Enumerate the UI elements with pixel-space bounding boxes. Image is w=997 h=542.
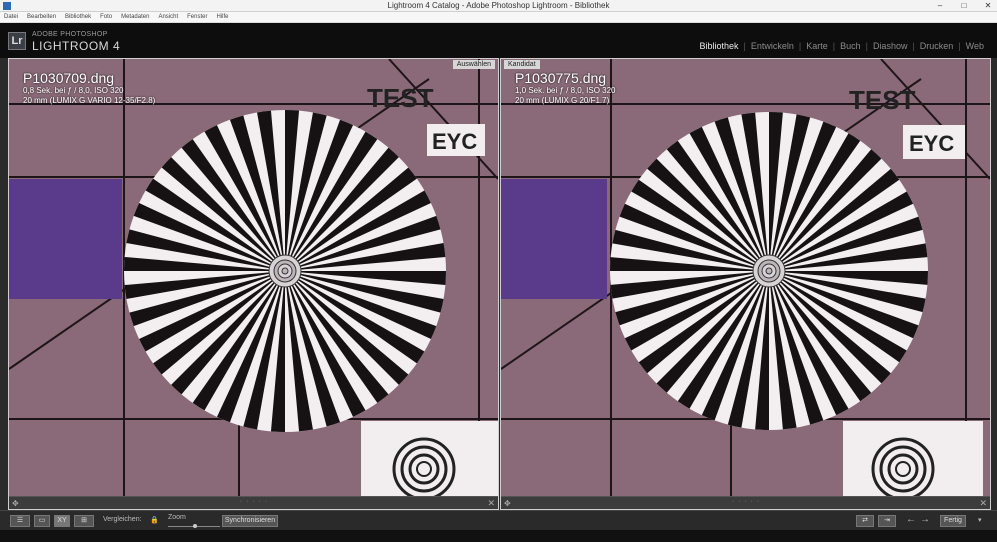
menu-fenster[interactable]: Fenster — [187, 12, 207, 22]
menu-ansicht[interactable]: Ansicht — [158, 12, 178, 22]
close-icon[interactable]: ✕ — [979, 498, 987, 509]
module-diashow[interactable]: Diashow — [868, 41, 913, 51]
menu-bibliothek[interactable]: Bibliothek — [65, 12, 91, 22]
candidate-lens: 20 mm (LUMIX G 20/F1.7) — [515, 96, 610, 105]
rating-dots[interactable]: · · · · · — [501, 498, 990, 505]
zoom-label: Zoom — [168, 514, 186, 521]
make-select-icon[interactable]: ⇥ — [878, 515, 896, 527]
candidate-info-overlay: P1030775.dng 1,0 Sek. bei ƒ / 8,0, ISO 3… — [515, 70, 616, 106]
compare-view: TEST EYC Auswählen P1030709.dng 0,8 Sek.… — [0, 58, 997, 510]
candidate-exposure: 1,0 Sek. bei ƒ / 8,0, ISO 320 — [515, 86, 616, 95]
menu-datei[interactable]: Datei — [4, 12, 18, 22]
close-icon[interactable]: ✕ — [487, 498, 495, 509]
candidate-tag: Kandidat — [504, 60, 540, 69]
brand-title: LIGHTROOM 4 — [32, 39, 121, 53]
module-karte[interactable]: Karte — [801, 41, 833, 51]
survey-view-button[interactable]: ⊞ — [74, 515, 94, 527]
minimize-button[interactable]: – — [933, 0, 947, 12]
chevron-down-icon[interactable]: ▾ — [978, 516, 982, 524]
rating-dots[interactable]: · · · · · — [9, 498, 498, 505]
window-titlebar: Lightroom 4 Catalog - Adobe Photoshop Li… — [0, 0, 997, 12]
candidate-pane[interactable]: TEST EYC Kandidat P1030775.dng 1,0 Sek. … — [500, 58, 991, 510]
identity-bar: Lr ADOBE PHOTOSHOP LIGHTROOM 4 Bibliothe… — [0, 23, 997, 58]
module-bibliothek[interactable]: Bibliothek — [694, 41, 743, 51]
test-chart-image: TEST EYC — [501, 59, 990, 496]
chart-text-test: TEST — [849, 85, 916, 115]
arrow-right-icon[interactable]: → — [920, 514, 930, 525]
select-exposure: 0,8 Sek. bei ƒ / 8,0, ISO 320 — [23, 86, 124, 95]
module-drucken[interactable]: Drucken — [915, 41, 959, 51]
maximize-button[interactable]: □ — [957, 0, 971, 12]
bottom-toolbar: ☰ ▭ XY ⊞ Vergleichen: 🔒 Zoom Synchronisi… — [0, 510, 997, 530]
module-entwickeln[interactable]: Entwickeln — [746, 41, 799, 51]
test-chart-image: TEST EYC — [9, 59, 498, 496]
menu-metadaten[interactable]: Metadaten — [121, 12, 149, 22]
window-title: Lightroom 4 Catalog - Adobe Photoshop Li… — [387, 1, 610, 10]
compare-label: Vergleichen: — [103, 516, 142, 523]
menu-foto[interactable]: Foto — [100, 12, 112, 22]
loupe-view-button[interactable]: ▭ — [34, 515, 50, 527]
candidate-photo[interactable]: TEST EYC — [501, 59, 990, 496]
candidate-filename: P1030775.dng — [515, 70, 607, 86]
lightroom-logo: Lr — [8, 32, 26, 50]
select-tag: Auswählen — [452, 60, 495, 69]
module-web[interactable]: Web — [961, 41, 989, 51]
candidate-pane-footer: ✥ · · · · · ✕ — [501, 496, 990, 509]
close-button[interactable]: ✕ — [981, 0, 995, 12]
arrow-left-icon[interactable]: ← — [906, 514, 916, 525]
brand-subtitle: ADOBE PHOTOSHOP — [32, 31, 108, 38]
module-buch[interactable]: Buch — [835, 41, 866, 51]
chart-text-eyc: EYC — [909, 131, 954, 156]
filmstrip-edge — [0, 530, 997, 542]
done-button[interactable]: Fertig — [940, 515, 966, 527]
select-info-overlay: P1030709.dng 0,8 Sek. bei ƒ / 8,0, ISO 3… — [23, 70, 155, 106]
compare-view-button[interactable]: XY — [54, 515, 70, 527]
grid-view-button[interactable]: ☰ — [10, 515, 30, 527]
swap-icon[interactable]: ⇄ — [856, 515, 874, 527]
sync-button[interactable]: Synchronisieren — [222, 515, 278, 527]
menu-bearbeiten[interactable]: Bearbeiten — [27, 12, 56, 22]
menu-hilfe[interactable]: Hilfe — [216, 12, 228, 22]
select-lens: 20 mm (LUMIX G VARIO 12-35/F2.8) — [23, 96, 156, 105]
module-picker: Bibliothek | Entwickeln | Karte | Buch | Dia… — [694, 41, 989, 51]
select-pane-footer: ✥ · · · · · ✕ — [9, 496, 498, 509]
lock-icon[interactable]: 🔒 — [150, 516, 159, 524]
zoom-slider-knob[interactable] — [193, 524, 197, 528]
select-photo[interactable]: TEST EYC — [9, 59, 498, 496]
chart-text-test: TEST — [367, 83, 434, 113]
select-pane[interactable]: TEST EYC Auswählen P1030709.dng 0,8 Sek.… — [8, 58, 499, 510]
select-filename: P1030709.dng — [23, 70, 115, 86]
chart-text-eyc: EYC — [432, 129, 477, 154]
menu-bar: Datei Bearbeiten Bibliothek Foto Metadat… — [0, 12, 997, 23]
